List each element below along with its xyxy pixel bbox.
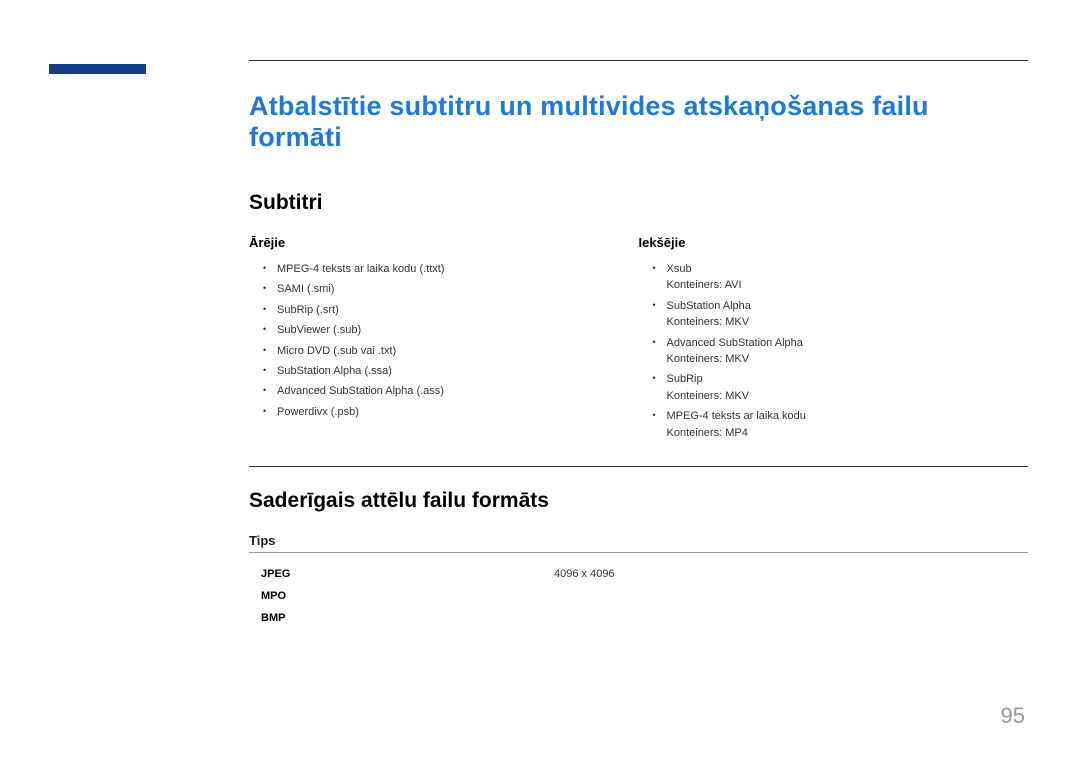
table-row: MPO	[249, 585, 1028, 607]
external-list: MPEG-4 teksts ar laika kodu (.ttxt) SAMI …	[249, 262, 639, 420]
list-item-main: SAMI (.smi)	[277, 283, 334, 295]
section-divider	[249, 466, 1028, 467]
format-cell: MPO	[249, 585, 554, 607]
value-cell	[554, 585, 1028, 607]
list-item: SubRip (.srt)	[263, 303, 639, 318]
list-item-main: SubRip	[667, 373, 703, 385]
list-item: SubViewer (.sub)	[263, 323, 639, 338]
format-cell: BMP	[249, 607, 554, 629]
page-number: 95	[1001, 703, 1025, 729]
tips-heading: Tips	[249, 533, 1028, 548]
external-heading: Ārējie	[249, 235, 639, 250]
image-formats-table: JPEG4096 x 4096MPOBMP	[249, 563, 1028, 629]
brand-accent-bar	[49, 64, 146, 74]
list-item-sub: Konteiners: MKV	[667, 389, 1029, 404]
value-cell	[554, 607, 1028, 629]
page-title: Atbalstītie subtitru un multivides atska…	[249, 91, 1028, 153]
list-item: Micro DVD (.sub vai .txt)	[263, 344, 639, 359]
list-item-main: SubRip (.srt)	[277, 304, 339, 316]
list-item-main: Micro DVD (.sub vai .txt)	[277, 345, 396, 357]
list-item: Advanced SubStation Alpha Konteiners: MKV	[653, 336, 1029, 368]
list-item-main: Xsub	[667, 263, 692, 275]
image-formats-section-title: Saderīgais attēlu failu formāts	[249, 489, 1028, 513]
list-item-main: SubViewer (.sub)	[277, 324, 361, 336]
internal-heading: Iekšējie	[639, 235, 1029, 250]
list-item: Xsub Konteiners: AVI	[653, 262, 1029, 294]
list-item: SubStation Alpha Konteiners: MKV	[653, 299, 1029, 331]
list-item: SubStation Alpha (.ssa)	[263, 364, 639, 379]
external-subtitles-column: Ārējie MPEG-4 teksts ar laika kodu (.ttx…	[249, 235, 639, 446]
internal-subtitles-column: Iekšējie Xsub Konteiners: AVI SubStation A…	[639, 235, 1029, 446]
value-cell: 4096 x 4096	[554, 563, 1028, 585]
list-item-main: SubStation Alpha (.ssa)	[277, 365, 392, 377]
tips-divider	[249, 552, 1028, 553]
list-item: SAMI (.smi)	[263, 282, 639, 297]
content-area: Atbalstītie subtitru un multivides atska…	[249, 60, 1028, 629]
list-item-main: MPEG-4 teksts ar laika kodu (.ttxt)	[277, 263, 445, 275]
table-row: JPEG4096 x 4096	[249, 563, 1028, 585]
internal-list: Xsub Konteiners: AVI SubStation Alpha Konte…	[639, 262, 1029, 441]
list-item-sub: Konteiners: AVI	[667, 278, 1029, 293]
list-item: MPEG-4 teksts ar laika kodu (.ttxt)	[263, 262, 639, 277]
table-row: BMP	[249, 607, 1028, 629]
list-item-main: Advanced SubStation Alpha	[667, 337, 803, 349]
list-item-sub: Konteiners: MP4	[667, 426, 1029, 441]
list-item-sub: Konteiners: MKV	[667, 315, 1029, 330]
format-cell: JPEG	[249, 563, 554, 585]
list-item: Advanced SubStation Alpha (.ass)	[263, 384, 639, 399]
list-item: Powerdivx (.psb)	[263, 405, 639, 420]
list-item-sub: Konteiners: MKV	[667, 352, 1029, 367]
list-item-main: SubStation Alpha	[667, 300, 751, 312]
list-item: SubRip Konteiners: MKV	[653, 372, 1029, 404]
top-divider	[249, 60, 1028, 61]
list-item-main: Advanced SubStation Alpha (.ass)	[277, 385, 444, 397]
list-item-main: MPEG-4 teksts ar laika kodu	[667, 410, 806, 422]
subtitles-section-title: Subtitri	[249, 191, 1028, 215]
list-item-main: Powerdivx (.psb)	[277, 406, 359, 418]
subtitles-columns: Ārējie MPEG-4 teksts ar laika kodu (.ttx…	[249, 235, 1028, 446]
list-item: MPEG-4 teksts ar laika kodu Konteiners: M…	[653, 409, 1029, 441]
